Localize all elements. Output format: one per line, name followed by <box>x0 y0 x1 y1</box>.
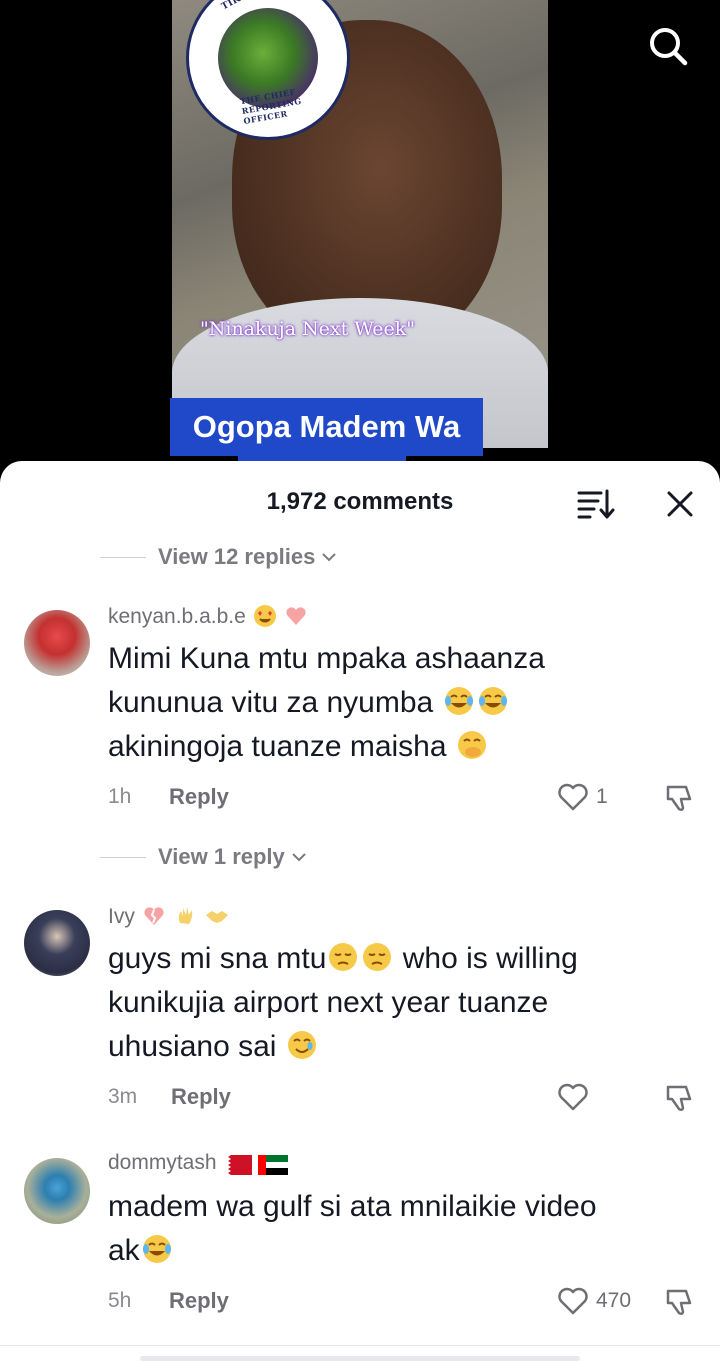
heart-outline-icon <box>558 1287 588 1315</box>
like-count: 470 <box>596 1289 632 1312</box>
thumbs-down-icon <box>666 1085 692 1112</box>
comment-line: Mimi Kuna mtu mpaka ashaanza <box>108 642 545 675</box>
chevron-down-icon <box>292 853 306 862</box>
comment-username[interactable]: dommytash <box>108 1151 289 1175</box>
like-button[interactable]: 470 <box>556 1285 631 1317</box>
comment-line: kununua vitu za nyumba <box>108 686 434 719</box>
uae-flag-icon <box>258 1155 289 1175</box>
reply-button[interactable]: Reply <box>171 1084 231 1110</box>
video-caption: Ogopa Madem Wa <box>170 398 483 456</box>
thumbs-down-icon <box>666 785 692 812</box>
view-replies-label: View 12 replies <box>158 544 316 569</box>
like-count: 1 <box>596 785 608 808</box>
comment-line: kunikujia airport next year tuanze <box>108 986 549 1019</box>
comment-line-with-emoji: akiningoja tuanze maisha <box>108 725 688 769</box>
search-icon <box>650 28 688 66</box>
comment-text: guys mi sna mtu who is willing kunikujia… <box>108 937 688 1069</box>
heart-eyes-emoji-icon <box>253 605 276 627</box>
view-replies-label: View 1 reply <box>158 844 285 869</box>
comment-line: akiningoja tuanze maisha <box>108 730 447 763</box>
close-icon <box>667 491 693 517</box>
pensive-face-emoji-icon <box>329 943 358 971</box>
avatar[interactable] <box>24 910 90 976</box>
sort-icon <box>577 489 615 519</box>
comment-text: Mimi Kuna mtu mpaka ashaanza kununua vit… <box>108 637 688 769</box>
dislike-button[interactable] <box>662 1285 698 1324</box>
replies-divider-line <box>100 556 146 558</box>
username-text: kenyan.b.a.b.e <box>108 605 246 628</box>
tears-of-joy-emoji-icon <box>142 1235 171 1263</box>
pensive-face-emoji-icon <box>363 943 392 971</box>
dislike-button[interactable] <box>662 781 698 820</box>
bahrain-flag-icon <box>222 1155 253 1175</box>
comment-line-with-emoji: kununua vitu za nyumba <box>108 681 688 725</box>
avatar[interactable] <box>24 610 90 676</box>
hand-over-mouth-emoji-icon <box>457 731 486 759</box>
smiling-face-with-tear-emoji-icon <box>287 1031 316 1059</box>
comment-line-with-emoji: ak <box>108 1229 688 1273</box>
handshake-icon <box>206 911 229 923</box>
like-button[interactable] <box>556 1081 596 1113</box>
heart-outline-icon <box>558 1083 588 1111</box>
close-button[interactable] <box>663 487 697 521</box>
dislike-button[interactable] <box>662 1081 698 1120</box>
video-quote-overlay: "Ninakuja Next Week" <box>200 318 415 340</box>
comment-line-with-emoji: uhusiano sai <box>108 1025 688 1069</box>
comment-username[interactable]: Ivy <box>108 903 230 929</box>
add-comment-bar[interactable] <box>140 1356 580 1361</box>
comment-time: 5h <box>108 1289 132 1312</box>
search-button[interactable] <box>646 24 690 68</box>
comment-line: guys mi sna mtu <box>108 942 327 975</box>
comment-line: uhusiano sai <box>108 1030 277 1063</box>
bottom-divider <box>0 1345 720 1346</box>
reply-button[interactable]: Reply <box>169 1288 229 1314</box>
comments-sheet: 1,972 comments View 12 replies kenyan.b.… <box>0 461 720 1362</box>
username-text: dommytash <box>108 1151 217 1174</box>
heart-outline-icon <box>558 783 588 811</box>
broken-heart-icon <box>144 907 164 925</box>
comment-line: ak <box>108 1234 140 1267</box>
view-replies-button[interactable]: View 1 reply <box>100 841 307 873</box>
avatar[interactable] <box>24 1158 90 1224</box>
video-player[interactable]: TIKTOKTR THE CHIEF REPORTING OFFICER "Ni… <box>0 0 720 470</box>
username-text: Ivy <box>108 905 135 928</box>
comment-line: who is willing <box>394 942 578 975</box>
heart-icon <box>286 607 307 625</box>
thumbs-down-icon <box>666 1289 692 1316</box>
waving-hand-icon <box>178 907 192 924</box>
replies-divider-line <box>100 856 146 858</box>
like-button[interactable]: 1 <box>556 781 608 813</box>
comment-username[interactable]: kenyan.b.a.b.e <box>108 603 309 629</box>
tears-of-joy-emoji-icon <box>478 687 507 715</box>
comment-time: 1h <box>108 785 132 808</box>
chevron-down-icon <box>322 553 337 562</box>
sort-button[interactable] <box>576 487 616 521</box>
comment-line-with-emoji: guys mi sna mtu who is willing <box>108 937 688 981</box>
tears-of-joy-emoji-icon <box>444 687 473 715</box>
reply-button[interactable]: Reply <box>169 784 229 810</box>
comment-time: 3m <box>108 1085 138 1108</box>
comment-text: madem wa gulf si ata mnilaikie video ak <box>108 1185 688 1273</box>
comment-line: madem wa gulf si ata mnilaikie video <box>108 1190 597 1223</box>
view-replies-button[interactable]: View 12 replies <box>100 541 337 573</box>
comments-header: 1,972 comments <box>0 461 720 541</box>
